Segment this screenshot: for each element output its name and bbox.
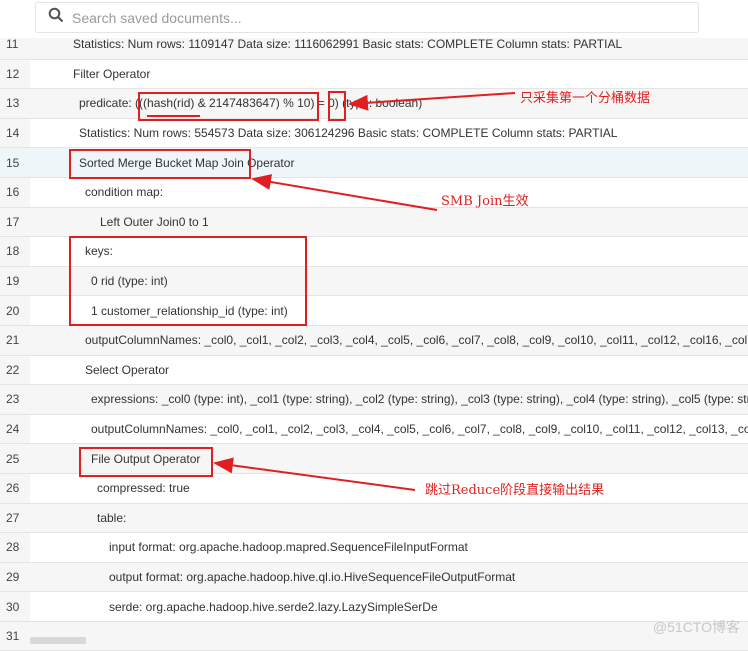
line-text: outputColumnNames: _col0, _col1, _col2, … [85, 333, 748, 348]
line-text: serde: org.apache.hadoop.hive.serde2.laz… [109, 599, 438, 614]
code-line: 21 outputColumnNames: _col0, _col1, _col2… [0, 325, 748, 356]
line-text: Select Operator [85, 362, 170, 377]
code-lines: 11 Statistics: Num rows: 1109147 Data siz… [0, 30, 748, 651]
line-number: 26 [0, 473, 30, 503]
line-text: 1 customer_relationship_id (type: int) [91, 303, 288, 318]
line-number: 20 [0, 296, 30, 325]
search-icon [48, 7, 64, 28]
code-line: 19 0 rid (type: int) [0, 266, 748, 297]
code-line: 16 condition map: [0, 177, 748, 208]
line-number: 12 [0, 59, 30, 89]
bucket-annotation: 只采集第一个分桶数据 [520, 91, 651, 106]
line-number: 28 [0, 533, 30, 562]
watermark: @51CTO博客 [652, 619, 740, 635]
line-text: outputColumnNames: _col0, _col1, _col2, … [91, 422, 748, 437]
line-number: 16 [0, 177, 30, 207]
line-text: output format: org.apache.hadoop.hive.ql… [109, 569, 516, 584]
line-number: 19 [6, 274, 20, 289]
line-number: 24 [0, 414, 30, 444]
line-text: expressions: _col0 (type: int), _col1 (t… [91, 392, 748, 407]
line-text: Statistics: Num rows: 1109147 Data size:… [73, 37, 623, 52]
line-number: 15 [6, 155, 20, 170]
code-line: 24 outputColumnNames: _col0, _col1, _col2… [0, 414, 748, 445]
line-number: 14 [0, 118, 30, 148]
line-text: predicate: (((hash(rid) & 2147483647) % … [79, 96, 423, 111]
code-line: 22 Select Operator [0, 355, 748, 386]
line-number: 17 [6, 214, 20, 229]
line-number: 23 [6, 392, 20, 407]
line-text: Filter Operator [73, 66, 151, 81]
line-number: 13 [6, 96, 20, 111]
code-line: 31 [0, 621, 748, 651]
line-text: keys: [85, 244, 114, 259]
line-text: table: [97, 510, 127, 525]
line-text: condition map: [85, 185, 164, 200]
line-number: 22 [0, 355, 30, 385]
code-line: 29 output format: org.apache.hadoop.hive.… [0, 562, 748, 593]
line-number: 25 [6, 451, 20, 466]
code-line: 15 Sorted Merge Bucket Map Join Operator [0, 148, 748, 178]
code-line: 25 File Output Operator [0, 444, 748, 474]
line-text: input format: org.apache.hadoop.mapred.S… [109, 540, 468, 555]
line-number: 21 [6, 333, 20, 348]
code-line: 20 1 customer_relationship_id (type: int) [0, 296, 748, 326]
line-text: compressed: true [97, 481, 190, 496]
code-line: 27 table: [0, 503, 748, 534]
smb-annotation: SMB Join生效 [441, 194, 529, 209]
code-line: 18 keys: [0, 237, 748, 267]
code-line: 26 compressed: true [0, 473, 748, 504]
line-number: 31 [6, 629, 20, 644]
line-text: File Output Operator [91, 451, 201, 466]
code-line: 28 input format: org.apache.hadoop.mapred… [0, 533, 748, 563]
horizontal-scrollbar[interactable] [30, 637, 86, 644]
search-bar-area [0, 0, 748, 38]
line-number: 27 [6, 510, 20, 525]
code-line: 12 Filter Operator [0, 59, 748, 90]
code-line: 23 expressions: _col0 (type: int), _col1 … [0, 385, 748, 415]
line-number: 30 [0, 592, 30, 621]
code-line: 14 Statistics: Num rows: 554573 Data size… [0, 118, 748, 149]
code-line: 30 serde: org.apache.hadoop.hive.serde2.l… [0, 592, 748, 622]
search-box[interactable] [35, 2, 699, 33]
skip-reduce-annotation: 跳过Reduce阶段直接输出结果 [425, 483, 605, 498]
line-text: Sorted Merge Bucket Map Join Operator [79, 155, 295, 170]
code-line: 17 Left Outer Join0 to 1 [0, 207, 748, 238]
line-number: 18 [0, 237, 30, 266]
line-text: Left Outer Join0 to 1 [100, 214, 209, 229]
search-input[interactable] [72, 9, 672, 26]
line-text: Statistics: Num rows: 554573 Data size: … [79, 126, 618, 141]
line-number: 29 [6, 569, 20, 584]
line-text: 0 rid (type: int) [91, 274, 168, 289]
